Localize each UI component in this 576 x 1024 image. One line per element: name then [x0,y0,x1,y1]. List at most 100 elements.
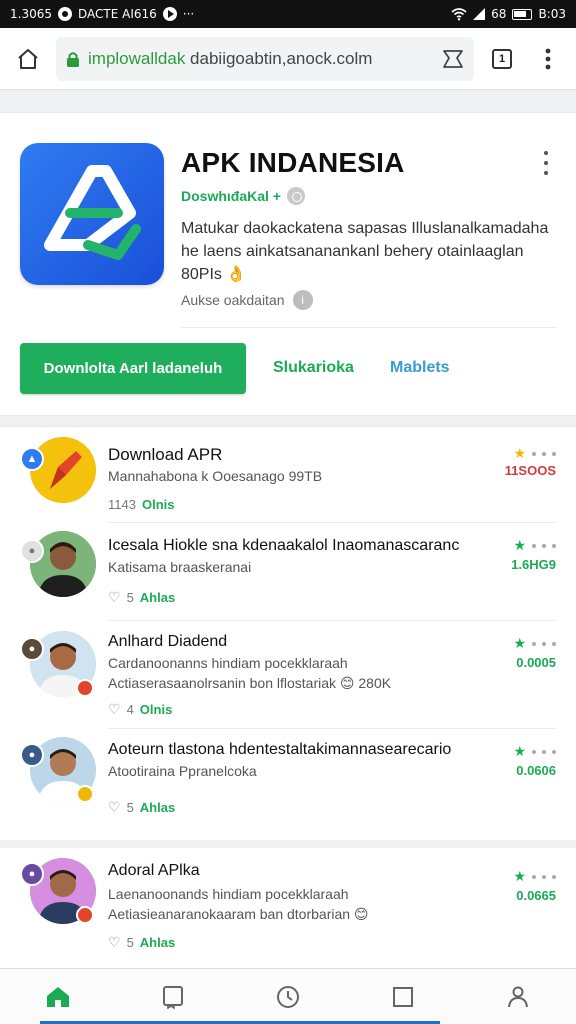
item-meta: ♡ 4 Olnis [108,701,172,718]
status-time-right: B:03 [538,7,566,21]
item-value: 0.0606 [516,763,556,778]
status-time-left: 1.3065 [10,7,52,21]
avatar-badge-icon: ● [20,637,44,661]
download-button[interactable]: Downlolta Aarl ladaneluh [20,343,246,394]
status-badge [76,906,94,924]
battery-icon [512,8,533,20]
item-meta: 1143 Olnis [108,497,174,512]
person-avatar-icon [30,531,96,597]
item-subtitle: Atootiraina Ppranelcoka [108,763,257,779]
item-title: Icesala Hiokle sna kdenaakalol Inaomanas… [108,537,460,554]
avatar-badge-icon: ● [20,862,44,886]
more-vert-icon [545,48,551,69]
item-title: Anlhard Diadend [108,633,228,650]
rating-dot [552,451,556,456]
tabs-count-icon: 1 [492,48,512,69]
item-value: 0.0005 [516,655,556,670]
rating-dot [552,874,556,879]
item-meta-tag: Ahlas [139,800,176,815]
url-bar[interactable]: implowalldak dabiigoabtin,anock.colm [56,36,474,81]
avatar [30,437,96,503]
item-subtitle: Cardanoonanns hindiam pocekklaraah [108,655,348,671]
app-list-continued: ● Adoral APlka Laenanoonands hindiam poc… [0,840,576,968]
rating-dot [532,641,536,646]
list-item[interactable]: ● Adoral APlka Laenanoonands hindiam poc… [0,848,576,968]
map-badge-icon: ▲ [20,447,44,471]
browser-toolbar: implowalldak dabiigoabtin,anock.colm 1 [0,28,576,90]
item-meta: ♡ 5 Ahlas [108,589,175,606]
list-item[interactable]: ● Anlhard Diadend Cardanoonanns hindiam … [0,621,576,729]
avatar [30,531,96,597]
app-options-button[interactable] [536,149,556,177]
item-subtitle-2: Actiaserasaanolrsanin bon lflostariak 😊 … [108,675,392,691]
item-meta-tag: Olnis [139,702,173,717]
star-icon: ★ [513,868,526,884]
app-title: APK INDANESIA [181,147,405,178]
wifi-icon [451,8,467,21]
star-icon: ★ [513,743,526,759]
kebab-dot [544,151,548,155]
browser-menu-button[interactable] [530,41,566,77]
divider [181,327,557,328]
rating-dot [542,641,546,646]
heart-icon[interactable]: ♡ [108,589,121,606]
status-bar: 1.3065 DACTE AI616 ··· 68 B:03 [0,0,576,28]
item-meta-tag: Ahlas [139,935,176,950]
book-icon [162,985,183,1009]
nav-library-button[interactable] [153,977,193,1017]
globe-icon [286,187,305,205]
item-title: Download APR [108,445,223,464]
rating-dot [532,543,536,548]
item-title: Adoral APlka [108,862,200,879]
item-meta-count: 5 [126,590,134,605]
nav-home-button[interactable] [38,977,78,1017]
item-meta: ♡ 5 Ahlas [108,799,175,816]
item-subtitle: Katisama braaskeranai [108,559,252,575]
item-subtitle: Laenanoonands hindiam pocekklaraah [108,886,349,902]
item-title: Aoteurn tlastona hdentestaltakimannasear… [108,741,452,758]
app-subtext-label: Aukse oakdaitan [181,292,285,308]
kebab-dot [544,161,548,165]
app-logo-icon[interactable] [20,143,164,285]
nav-account-button[interactable] [498,977,538,1017]
tertiary-link-button[interactable]: Mablets [390,359,450,377]
signal-icon [473,8,486,20]
url-host: implowalldak [88,48,186,68]
rating-dot [532,874,536,879]
rating-dot [542,749,546,754]
app-logo-glyph [44,165,141,260]
heart-icon[interactable]: ♡ [108,701,121,718]
star-icon: ★ [513,445,526,461]
app-subtext: Aukse oakdaitan i [181,290,313,310]
developer-name: DoswhıđaKal + [181,188,281,204]
item-meta-tag: Ahlas [139,590,176,605]
list-item[interactable]: ● Aoteurn tlastona hdentestaltakimannase… [0,729,576,837]
avatar-badge-icon: ● [20,743,44,767]
tabs-button[interactable]: 1 [484,41,520,77]
nav-apps-button[interactable] [383,977,423,1017]
home-button[interactable] [10,41,46,77]
more-dots-icon: ··· [182,7,195,21]
list-item[interactable]: ▲ Download APR Mannahabona k Ooesanago 9… [0,427,576,523]
star-icon: ★ [513,635,526,651]
square-icon [393,986,414,1007]
rating: ★ [513,635,556,652]
app-developer[interactable]: DoswhıđaKal + [181,187,305,205]
item-subtitle-2: Aetiasieanaranokaaram ban dtorbarian 😊 [108,906,369,922]
ok-hand-emoji: 👌 [226,266,247,283]
history-icon [276,985,299,1008]
rating-dot [532,749,536,754]
list-item[interactable]: ● Icesala Hiokle sna kdenaakalol Inaoman… [0,523,576,621]
notification-icon [58,7,72,21]
status-carrier: DACTE AI616 [78,7,157,21]
bookmark-icon[interactable] [442,49,464,69]
info-icon[interactable]: i [292,290,313,310]
url-text: implowalldak dabiigoabtin,anock.colm [88,49,372,69]
secondary-link-button[interactable]: Slukarioka [273,359,354,377]
nav-updates-button[interactable] [268,977,308,1017]
home-icon [46,986,69,1007]
heart-icon[interactable]: ♡ [108,934,121,951]
item-subtitle: Mannahabona k Ooesanago 99TB [108,468,323,484]
heart-icon[interactable]: ♡ [108,799,121,816]
signal-text: 68 [491,7,507,21]
